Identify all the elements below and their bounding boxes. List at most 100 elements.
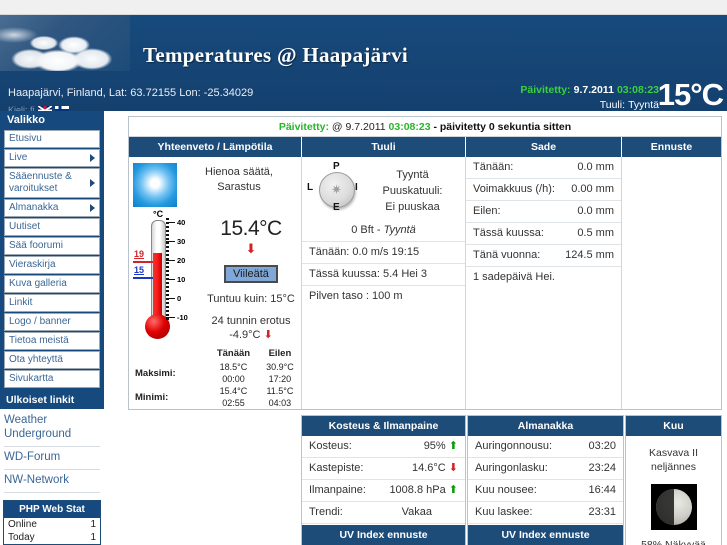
- thermometer-unit: °C: [153, 209, 164, 219]
- column-header-rain: Sade: [465, 137, 622, 157]
- humidity-pressure-panel: Kosteus & Ilmanpaine Kosteus: 95% ⬆ Kast…: [301, 415, 466, 545]
- pressure-value-group: 1008.8 hPa ⬆: [389, 484, 458, 497]
- divider: [4, 469, 100, 470]
- sidebar-item-label: Live: [9, 152, 28, 163]
- external-link-wd-forum[interactable]: WD-Forum: [2, 448, 104, 468]
- table-row: Minimi: 15.4°C 11.5°C: [129, 385, 301, 403]
- column-header-summary: Yhteenveto / Lämpötila: [129, 137, 302, 157]
- top-strip: [0, 0, 727, 15]
- sidebar-item-label: Kuva galleria: [9, 278, 67, 289]
- humidity-value: 95%: [423, 440, 446, 452]
- max-today-time: 00:00: [222, 374, 245, 384]
- thermometer-low-mark: 15: [134, 265, 145, 275]
- sidebar-item-saa-foorumi[interactable]: Sää foorumi: [4, 237, 100, 255]
- humidity-label: Kosteus:: [309, 440, 352, 452]
- sidebar-item-ota-yhteytta[interactable]: Ota yhteyttä: [4, 351, 100, 369]
- rain-label: Tässä kuussa:: [473, 227, 544, 239]
- wind-text: Tyyntä Puuskatuuli: Ei puuskaa: [364, 163, 461, 215]
- min-yesterday-time: 04:03: [268, 398, 292, 408]
- sidebar-item-kuva-galleria[interactable]: Kuva galleria: [4, 275, 100, 293]
- body-wrapper: Valikko Etusivu Live Sääennuste & varoit…: [0, 111, 727, 545]
- minmax-row-label: Maksimi:: [135, 367, 176, 379]
- moon-visible-percent: 58% Näkyvää: [641, 539, 706, 545]
- updated-suffix: - päivitetty 0 sekuntia sitten: [433, 121, 572, 133]
- difference-label: 24 tunnin erotus: [211, 315, 291, 327]
- min-today-time: 02:55: [222, 398, 245, 408]
- chevron-right-icon: [90, 204, 95, 212]
- sidebar-item-label: Almanakka: [9, 202, 59, 213]
- rain-value: 0.5 mm: [577, 227, 614, 239]
- external-link-weather-underground[interactable]: Weather Underground: [2, 411, 104, 445]
- external-link-nw-network[interactable]: NW-Network: [2, 471, 104, 491]
- sidebar-item-vieraskirja[interactable]: Vieraskirja: [4, 256, 100, 274]
- page-title: Temperatures @ Haapajärvi: [143, 43, 409, 67]
- rain-label: Eilen:: [473, 205, 501, 217]
- min-yesterday-value: 11.5°C: [266, 386, 294, 396]
- beaufort-value: 0 Bft -: [351, 224, 384, 236]
- pressure-label: Ilmanpaine:: [309, 484, 366, 496]
- main-content: Päivitetty: @ 9.7.2011 03:08:23 - päivit…: [128, 111, 722, 545]
- 24h-difference: 24 tunnin erotus -4.9°C ⬇: [201, 305, 301, 342]
- updated-date: 9.7.2011: [573, 84, 614, 96]
- updated-at: @ 9.7.2011: [331, 121, 386, 133]
- updated-time: 03:08:23: [616, 84, 659, 96]
- trend-value: Vakaa: [401, 506, 432, 518]
- rain-label: Voimakkuus (/h):: [473, 183, 555, 195]
- trend-label: Trendi:: [309, 506, 343, 518]
- summary-cell: Hienoa säätä, Sarastus °C 40 30 20 10 0 …: [129, 157, 302, 409]
- sidebar-item-label: Tietoa meistä: [9, 335, 69, 346]
- forecast-content: [622, 157, 721, 307]
- thermometer-mercury: [153, 253, 162, 316]
- weather-overview-panel: Päivitetty: @ 9.7.2011 03:08:23 - päivit…: [128, 116, 722, 410]
- sidebar-item-linkit[interactable]: Linkit: [4, 294, 100, 312]
- moon-phase-icon: [650, 484, 697, 530]
- moonset-row: Kuu laskee: 23:31: [468, 502, 623, 524]
- moon-shadow: [655, 489, 674, 525]
- updated-label: Päivitetty:: [520, 84, 571, 96]
- sun-icon: [133, 163, 177, 207]
- condition-line2: Sarastus: [217, 181, 261, 193]
- rain-rate-row: Voimakkuus (/h): 0.00 mm: [466, 179, 621, 201]
- mid-spacer: [128, 415, 300, 545]
- sidebar-item-logo-banner[interactable]: Logo / banner: [4, 313, 100, 331]
- sidebar-item-sivukartta[interactable]: Sivukartta: [4, 370, 100, 388]
- sidebar-item-live[interactable]: Live: [4, 149, 100, 167]
- stat-label: Today: [8, 532, 35, 543]
- sidebar-item-tietoa-meista[interactable]: Tietoa meistä: [4, 332, 100, 350]
- sidebar-item-saaennuste[interactable]: Sääennuste & varoitukset: [4, 168, 100, 198]
- almanac-title: Almanakka: [468, 416, 623, 436]
- sidebar-item-uutiset[interactable]: Uutiset: [4, 218, 100, 236]
- compass-south-label: E: [333, 202, 340, 213]
- minmax-row-label: Minimi:: [135, 391, 169, 403]
- header-wind-line: Tuuli: Tyyntä: [520, 98, 659, 111]
- tick-label: -10: [177, 313, 188, 322]
- max-today-value: 18.5°C: [219, 362, 248, 372]
- tick-label: 30: [177, 237, 186, 246]
- divider: [4, 446, 100, 447]
- compass-star-icon: ✷: [331, 182, 342, 197]
- mid-section: Kosteus & Ilmanpaine Kosteus: 95% ⬆ Kast…: [128, 415, 722, 545]
- sidebar-item-label: Linkit: [9, 297, 33, 308]
- rain-value: 124.5 mm: [565, 249, 614, 261]
- stat-row: Online 1: [4, 518, 100, 531]
- rain-today-row: Tänään: 0.0 mm: [466, 157, 621, 179]
- thermometer-dotted-column: [166, 218, 169, 322]
- minmax-corner: [129, 346, 208, 361]
- tick-label: 0: [177, 294, 182, 303]
- tick-label: 10: [177, 275, 186, 284]
- moonrise-value: 16:44: [588, 484, 616, 496]
- rain-month-row: Tässä kuussa: 0.5 mm: [466, 223, 621, 245]
- current-temperature: 15.4°C: [220, 217, 282, 240]
- sidebar: Valikko Etusivu Live Sääennuste & varoit…: [0, 111, 104, 545]
- sidebar-item-almanakka[interactable]: Almanakka: [4, 199, 100, 217]
- header-status: Päivitetty: 9.7.2011 03:08:23 Tuuli: Tyy…: [520, 83, 659, 111]
- sidebar-item-label: Sivukartta: [9, 373, 54, 384]
- updated-time: 03:08:23: [388, 121, 431, 133]
- wind-cell: ✷ P I E L Tyyntä Puuskatuuli: Ei puuskaa: [301, 157, 466, 409]
- sidebar-item-label: Etusivu: [9, 133, 42, 144]
- stat-row: Today 1: [4, 531, 100, 544]
- sidebar-item-etusivu[interactable]: Etusivu: [4, 130, 100, 148]
- stat-value: 1: [90, 532, 96, 543]
- weather-station-page: Temperatures @ Haapajärvi Haapajärvi, Fi…: [0, 0, 727, 545]
- min-today-value: 15.4°C: [219, 386, 248, 396]
